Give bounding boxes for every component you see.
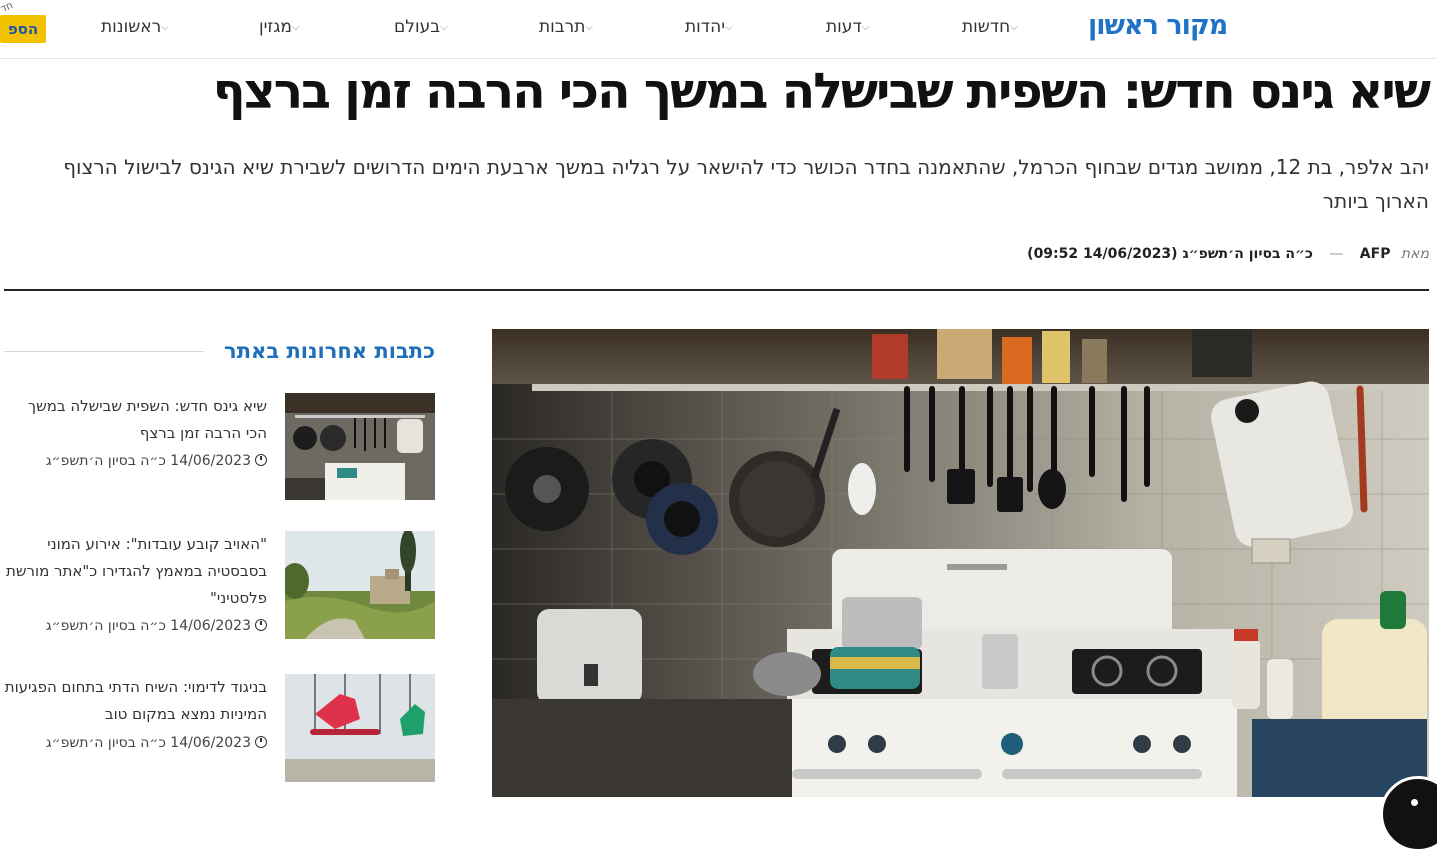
sidebar-article-date: 14/06/2023 כ״ה בסיון ה׳תשפ״ג xyxy=(45,453,251,469)
article-thumbnail[interactable] xyxy=(285,393,435,500)
nav-item-label: תרבות xyxy=(539,17,586,37)
clock-icon xyxy=(255,619,267,631)
chevron-down-icon: ⌵ xyxy=(291,22,300,33)
sidebar-article-date: 14/06/2023 כ״ה בסיון ה׳תשפ״ג xyxy=(45,735,251,751)
sidebar-article-meta: 14/06/2023 כ״ה בסיון ה׳תשפ״ג xyxy=(4,735,267,751)
playground-thumbnail-image xyxy=(285,674,435,782)
nav-item-magazine[interactable]: ⌵מגזין xyxy=(259,14,307,40)
site-logo[interactable]: מקור ראשון xyxy=(1088,8,1228,44)
byline-prefix: מאת xyxy=(1400,246,1429,262)
nav-item-opinions[interactable]: ⌵דעות xyxy=(826,14,877,40)
article-date: כ״ה בסיון ה׳תשפ״ג (14/06/2023 09:52) xyxy=(1027,246,1313,262)
clock-icon xyxy=(255,454,267,466)
nav-item-label: מגזין xyxy=(259,17,292,37)
kitchen-photo xyxy=(492,329,1429,797)
author-link[interactable]: AFP xyxy=(1360,246,1391,262)
list-item[interactable]: בניגוד לדימוי: השיח הדתי בתחום הפגיעות ה… xyxy=(4,674,435,784)
article-title: שיא גינס חדש: השפית שבישלה במשך הכי הרבה… xyxy=(212,63,1431,120)
promo-badge[interactable]: חד הספ xyxy=(0,0,46,43)
promo-badge-label: הספ xyxy=(0,15,46,43)
chevron-down-icon: ⌵ xyxy=(725,22,733,33)
sidebar-title: כתבות אחרונות באתר xyxy=(224,339,435,363)
kitchen-thumbnail-image xyxy=(285,393,435,500)
article-thumbnail[interactable] xyxy=(285,674,435,782)
byline-separator: — xyxy=(1329,246,1344,262)
sidebar-article-date: 14/06/2023 כ״ה בסיון ה׳תשפ״ג xyxy=(45,618,251,634)
top-navigation: חד הספ ⌵ראשונות ⌵מגזין ⌵בעולם ⌵תרבות ⌵יה… xyxy=(0,0,1437,59)
article-subtitle: יהב אלפר, בת 12, ממושב מגדים שבחוף הכרמל… xyxy=(63,155,1429,213)
clock-icon xyxy=(255,736,267,748)
nav-item-culture[interactable]: ⌵תרבות xyxy=(539,14,601,40)
sidebar-article-title[interactable]: בניגוד לדימוי: השיח הדתי בתחום הפגיעות ה… xyxy=(4,674,267,728)
article-thumbnail[interactable] xyxy=(285,531,435,639)
list-item[interactable]: "האויב קובע עובדות": אירוע המוני בסבסטיה… xyxy=(4,531,435,643)
chevron-down-icon: ⌵ xyxy=(585,22,593,33)
list-item[interactable]: שיא גינס חדש: השפית שבישלה במשך הכי הרבה… xyxy=(4,393,435,503)
article-hero-image xyxy=(492,329,1429,797)
landscape-thumbnail-image xyxy=(285,531,435,639)
nav-item-label: יהדות xyxy=(685,17,725,37)
promo-badge-small-text: חד xyxy=(0,0,15,16)
sidebar-article-title[interactable]: "האויב קובע עובדות": אירוע המוני בסבסטיה… xyxy=(4,531,267,612)
header-divider xyxy=(4,289,1429,291)
sidebar-article-meta: 14/06/2023 כ״ה בסיון ה׳תשפ״ג xyxy=(4,453,267,469)
chevron-down-icon: ⌵ xyxy=(861,22,870,33)
chevron-down-icon: ⌵ xyxy=(1010,22,1018,33)
nav-item-news[interactable]: ⌵חדשות xyxy=(962,14,1026,40)
article-byline: מאת AFP — כ״ה בסיון ה׳תשפ״ג (14/06/2023 … xyxy=(729,246,1429,262)
sidebar-article-title[interactable]: שיא גינס חדש: השפית שבישלה במשך הכי הרבה… xyxy=(4,393,267,447)
sidebar-article-meta: 14/06/2023 כ״ה בסיון ה׳תשפ״ג xyxy=(4,618,267,634)
nav-item-label: דעות xyxy=(826,17,862,37)
nav-item-label: חדשות xyxy=(962,17,1011,37)
nav-item-world[interactable]: ⌵בעולם xyxy=(394,14,456,40)
info-icon xyxy=(1411,799,1418,806)
nav-item-label: בעולם xyxy=(394,17,441,37)
sidebar-title-line xyxy=(4,351,204,352)
nav-item-rishonot[interactable]: ⌵ראשונות xyxy=(101,14,177,40)
chevron-down-icon: ⌵ xyxy=(440,22,448,33)
nav-item-label: ראשונות xyxy=(101,17,162,37)
nav-item-judaism[interactable]: ⌵יהדות xyxy=(685,14,741,40)
chevron-down-icon: ⌵ xyxy=(161,22,169,33)
